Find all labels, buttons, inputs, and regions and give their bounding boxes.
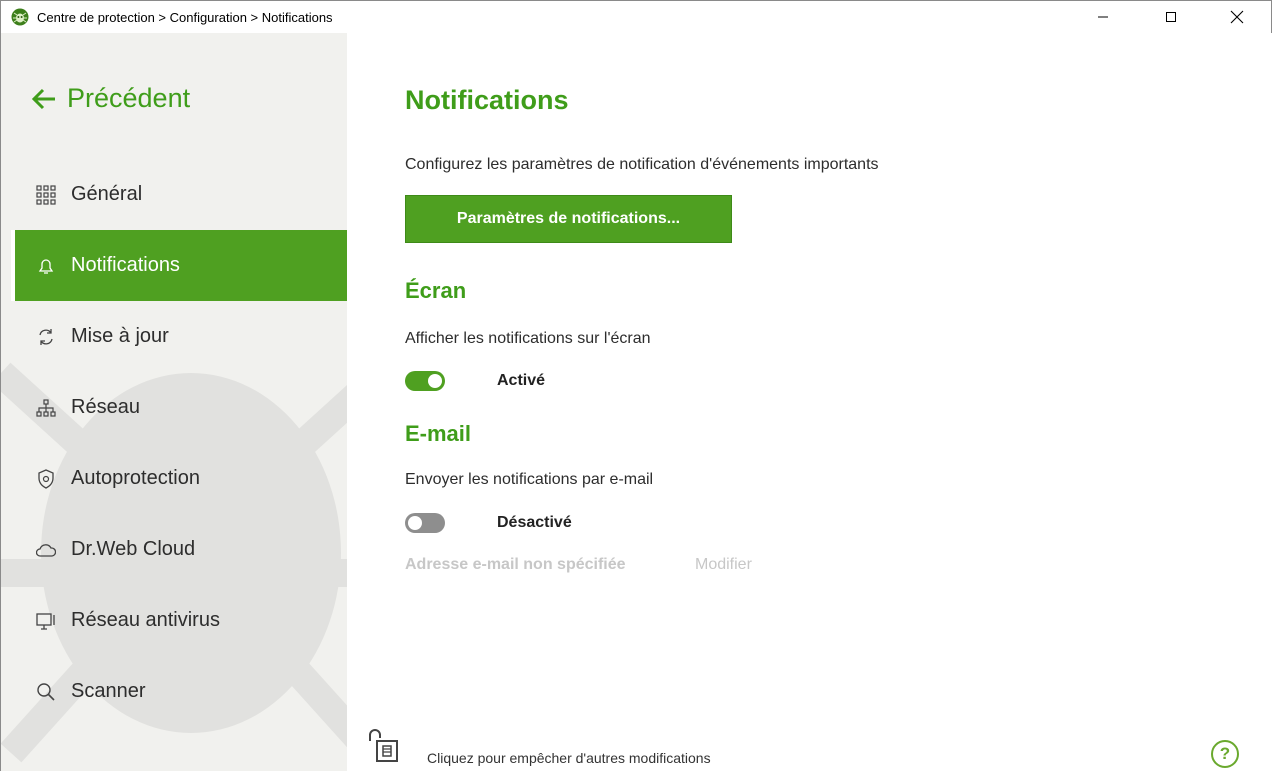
sidebar-item-label: Mise à jour: [71, 325, 169, 347]
sidebar-item-general[interactable]: Général: [11, 159, 347, 230]
shield-icon: [35, 468, 57, 490]
email-notifications-label: Envoyer les notifications par e-mail: [405, 471, 654, 488]
bell-icon: [35, 255, 57, 277]
sidebar-item-scanner[interactable]: Scanner: [11, 656, 347, 727]
sidebar-item-label: Scanner: [71, 680, 146, 702]
sidebar-item-label: Réseau antivirus: [71, 609, 220, 631]
sidebar-item-network[interactable]: Réseau: [11, 372, 347, 443]
drweb-spider-icon: [11, 8, 29, 26]
sidebar-item-drweb-cloud[interactable]: Dr.Web Cloud: [11, 514, 347, 585]
toggle-knob: [428, 374, 442, 388]
window-title: Centre de protection > Configuration > N…: [37, 10, 333, 25]
lock-settings-text[interactable]: Cliquez pour empêcher d'autres modificat…: [427, 750, 711, 766]
unlock-icon[interactable]: [367, 729, 401, 763]
sidebar-item-label: Autoprotection: [71, 467, 200, 489]
sidebar-item-update[interactable]: Mise à jour: [11, 301, 347, 372]
sidebar-item-label: Notifications: [71, 254, 180, 276]
help-icon[interactable]: ?: [1211, 740, 1239, 768]
modify-email-link[interactable]: Modifier: [695, 556, 752, 574]
refresh-icon: [35, 326, 57, 348]
back-label: Précédent: [67, 83, 191, 113]
back-button[interactable]: Précédent: [31, 83, 190, 114]
main-panel: Notifications Configurez les paramètres …: [347, 33, 1272, 771]
email-section-title: E-mail: [405, 421, 472, 446]
arrow-left-icon: [31, 88, 55, 109]
network-icon: [35, 397, 57, 419]
sidebar-item-label: Dr.Web Cloud: [71, 538, 196, 560]
maximize-button[interactable]: [1148, 1, 1194, 33]
minimize-icon: [1098, 16, 1108, 18]
email-notifications-toggle[interactable]: [405, 513, 445, 533]
screen-section-title: Écran: [405, 278, 467, 303]
email-toggle-state: Désactivé: [497, 514, 572, 531]
close-button[interactable]: [1214, 1, 1260, 33]
sidebar-item-antivirus-network[interactable]: Réseau antivirus: [11, 585, 347, 656]
screen-toggle-state: Activé: [497, 372, 546, 389]
sidebar-item-self-protection[interactable]: Autoprotection: [11, 443, 347, 514]
sidebar-item-label: Réseau: [71, 396, 140, 418]
minimize-button[interactable]: [1080, 1, 1126, 33]
title-bar: Centre de protection > Configuration > N…: [1, 1, 1271, 33]
search-icon: [35, 681, 57, 703]
sidebar: Précédent Général Notifications Mise à j…: [1, 33, 347, 771]
grid-icon: [35, 184, 57, 206]
help-glyph: ?: [1219, 744, 1231, 763]
sidebar-item-notifications[interactable]: Notifications: [11, 230, 347, 301]
cloud-icon: [35, 539, 57, 561]
screen-notifications-toggle[interactable]: [405, 371, 445, 391]
notification-settings-button[interactable]: Paramètres de notifications...: [405, 195, 732, 243]
page-title: Notifications: [405, 85, 569, 115]
toggle-knob: [408, 516, 422, 530]
close-icon: [1230, 10, 1244, 24]
page-description: Configurez les paramètres de notificatio…: [405, 156, 879, 173]
email-address-text: Adresse e-mail non spécifiée: [405, 556, 626, 573]
screen-notifications-label: Afficher les notifications sur l'écran: [405, 330, 651, 347]
monitor-icon: [35, 610, 57, 632]
maximize-icon: [1166, 12, 1176, 22]
sidebar-item-label: Général: [71, 183, 143, 205]
app-window: Centre de protection > Configuration > N…: [0, 0, 1272, 771]
